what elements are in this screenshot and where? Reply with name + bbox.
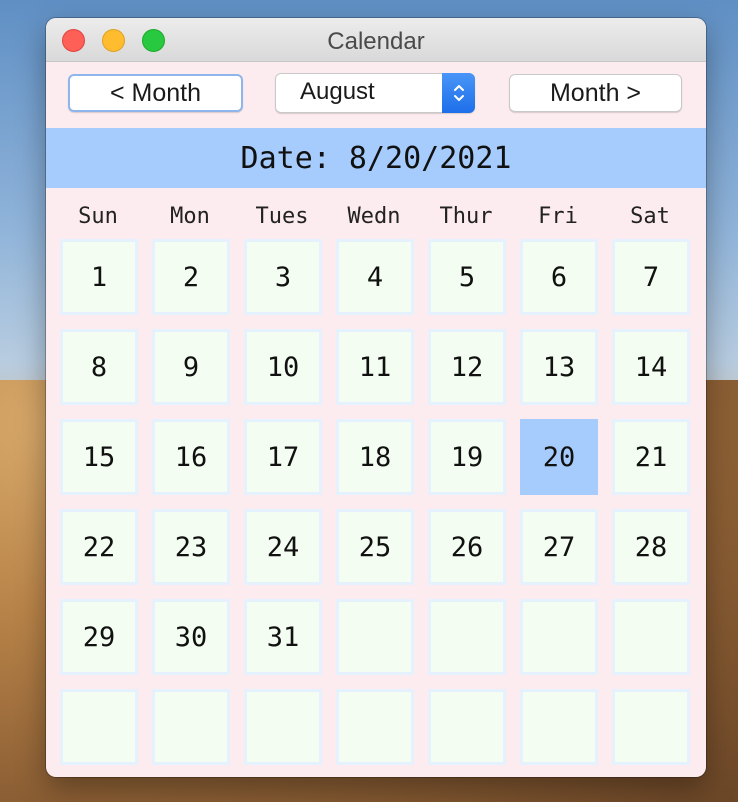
weekday-label: Wedn: [347, 204, 401, 229]
day-cell[interactable]: 25: [336, 509, 414, 585]
empty-day-cell: [612, 689, 690, 765]
day-cell[interactable]: 4: [336, 239, 414, 315]
day-cell[interactable]: 16: [152, 419, 230, 495]
day-cell[interactable]: 17: [244, 419, 322, 495]
empty-day-cell: [612, 599, 690, 675]
day-cell[interactable]: 19: [428, 419, 506, 495]
day-cell[interactable]: 12: [428, 329, 506, 405]
weekday-label: Tues: [255, 204, 309, 229]
weekday-label: Thur: [439, 204, 493, 229]
empty-day-cell: [60, 689, 138, 765]
day-cell[interactable]: 28: [612, 509, 690, 585]
selected-date-banner: Date: 8/20/2021: [46, 128, 706, 188]
chevron-updown-glyph: [453, 85, 464, 101]
month-select[interactable]: August: [275, 73, 475, 113]
weekday-label: Fri: [538, 204, 578, 229]
day-cell[interactable]: 14: [612, 329, 690, 405]
day-cell[interactable]: 7: [612, 239, 690, 315]
day-cell[interactable]: 9: [152, 329, 230, 405]
day-cell[interactable]: 26: [428, 509, 506, 585]
day-cell[interactable]: 24: [244, 509, 322, 585]
day-cell[interactable]: 21: [612, 419, 690, 495]
empty-day-cell: [428, 599, 506, 675]
day-cell[interactable]: 8: [60, 329, 138, 405]
empty-day-cell: [520, 599, 598, 675]
day-cell[interactable]: 5: [428, 239, 506, 315]
day-cell[interactable]: 29: [60, 599, 138, 675]
day-cell[interactable]: 18: [336, 419, 414, 495]
day-cell[interactable]: 2: [152, 239, 230, 315]
empty-day-cell: [520, 689, 598, 765]
next-month-button[interactable]: Month >: [509, 74, 682, 112]
day-cell[interactable]: 11: [336, 329, 414, 405]
day-cell[interactable]: 27: [520, 509, 598, 585]
day-cell[interactable]: 6: [520, 239, 598, 315]
weekday-label: Mon: [170, 204, 210, 229]
empty-day-cell: [152, 689, 230, 765]
previous-month-button[interactable]: < Month: [68, 74, 243, 112]
day-cell[interactable]: 22: [60, 509, 138, 585]
day-cell[interactable]: 20: [520, 419, 598, 495]
day-cell[interactable]: 31: [244, 599, 322, 675]
empty-day-cell: [428, 689, 506, 765]
day-cell[interactable]: 13: [520, 329, 598, 405]
window-title: Calendar: [327, 28, 425, 55]
empty-day-cell: [244, 689, 322, 765]
day-cell[interactable]: 10: [244, 329, 322, 405]
calendar-window: Calendar < Month August Month > Date: 8/…: [46, 18, 706, 777]
month-select-value: August: [300, 78, 375, 105]
day-cell[interactable]: 30: [152, 599, 230, 675]
day-cell[interactable]: 1: [60, 239, 138, 315]
weekday-label: Sat: [630, 204, 670, 229]
empty-day-cell: [336, 689, 414, 765]
updown-chevron-icon[interactable]: [442, 73, 475, 113]
empty-day-cell: [336, 599, 414, 675]
day-cell[interactable]: 23: [152, 509, 230, 585]
day-cell[interactable]: 15: [60, 419, 138, 495]
day-cell[interactable]: 3: [244, 239, 322, 315]
weekday-label: Sun: [78, 204, 118, 229]
title-bar: Calendar: [46, 18, 706, 62]
